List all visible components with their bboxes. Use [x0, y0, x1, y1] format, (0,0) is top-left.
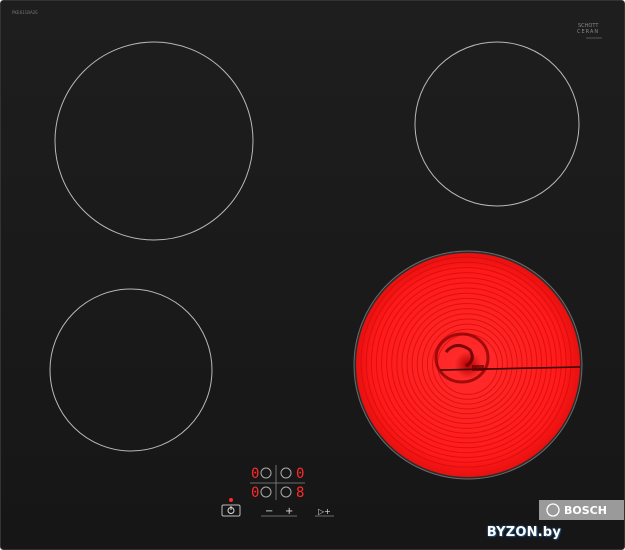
minus-button[interactable]: − — [265, 506, 273, 517]
watermark-text: BYZON.by — [486, 525, 561, 540]
timer-button[interactable]: ▷+ — [318, 507, 331, 516]
schott-logo-line2: CERAN — [577, 29, 599, 35]
power-indicator-light — [229, 498, 233, 502]
display-4: 8 — [296, 485, 304, 501]
bosch-brand-text: BOSCH — [564, 504, 607, 517]
display-1: 0 — [251, 466, 259, 482]
cooking-zone-front-right-active — [353, 250, 583, 480]
plus-button[interactable]: + — [285, 506, 293, 517]
display-2: 0 — [296, 466, 304, 482]
cooktop-panel: PKE611BA2E SCHOTT CERAN 0 0 0 8 − + ▷+ B… — [0, 0, 625, 550]
bosch-badge: BOSCH — [539, 500, 624, 520]
display-3: 0 — [251, 485, 259, 501]
model-code: PKE611BA2E — [12, 10, 38, 15]
